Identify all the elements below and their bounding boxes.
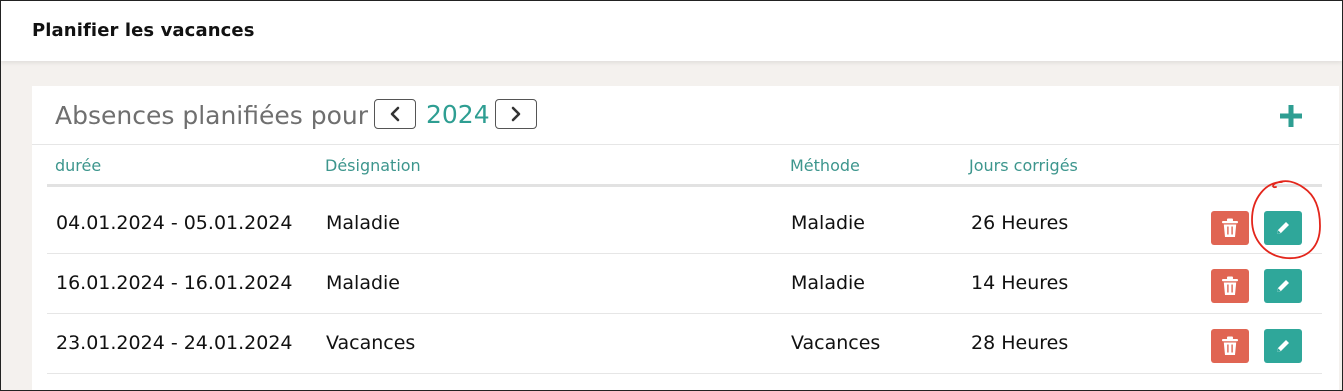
cell-designation: Maladie [326,212,400,234]
table-row: 04.01.2024 - 05.01.2024 Maladie Maladie … [47,193,1322,254]
edit-button[interactable] [1264,211,1302,245]
column-header-duree[interactable]: durée [55,156,101,175]
column-header-methode[interactable]: Méthode [790,156,860,175]
cell-duree: 23.01.2024 - 24.01.2024 [56,332,293,354]
add-absence-button[interactable] [1278,103,1304,129]
header-divider [47,184,1322,187]
delete-button[interactable] [1211,269,1249,303]
cell-designation: Maladie [326,272,400,294]
selected-year: 2024 [426,100,490,129]
cell-jours-corriges: 14 Heures [971,272,1069,294]
trash-icon [1222,276,1238,295]
cell-methode: Vacances [791,332,881,354]
pencil-icon [1277,340,1289,352]
cell-methode: Maladie [791,212,865,234]
cell-duree: 04.01.2024 - 05.01.2024 [56,212,293,234]
plus-icon [1280,105,1302,127]
cell-designation: Vacances [326,332,416,354]
panel-header: Absences planifiées pour 2024 [32,86,1339,145]
cell-jours-corriges: 28 Heures [971,332,1069,354]
absences-panel: Absences planifiées pour 2024 durée Dési… [32,86,1339,390]
previous-year-button[interactable] [374,99,416,129]
edit-button[interactable] [1264,269,1302,303]
table-row: 16.01.2024 - 16.01.2024 Maladie Maladie … [47,253,1322,314]
pencil-icon [1277,222,1289,234]
column-header-designation[interactable]: Désignation [325,156,421,175]
chevron-right-icon [511,106,521,122]
column-header-jours-corriges[interactable]: Jours corrigés [969,156,1078,175]
cell-duree: 16.01.2024 - 16.01.2024 [56,272,293,294]
cell-jours-corriges: 26 Heures [971,212,1069,234]
trash-icon [1222,336,1238,355]
cell-methode: Maladie [791,272,865,294]
table-row: 23.01.2024 - 24.01.2024 Vacances Vacance… [47,313,1322,374]
trash-icon [1222,218,1238,237]
pencil-icon [1277,280,1289,292]
window-frame: Planifier les vacances Absences planifié… [0,0,1343,391]
page-title: Planifier les vacances [32,20,255,41]
delete-button[interactable] [1211,329,1249,363]
panel-title: Absences planifiées pour [55,101,369,130]
next-year-button[interactable] [495,99,537,129]
chevron-left-icon [390,106,400,122]
top-bar: Planifier les vacances [1,1,1342,61]
delete-button[interactable] [1211,211,1249,245]
edit-button[interactable] [1264,329,1302,363]
